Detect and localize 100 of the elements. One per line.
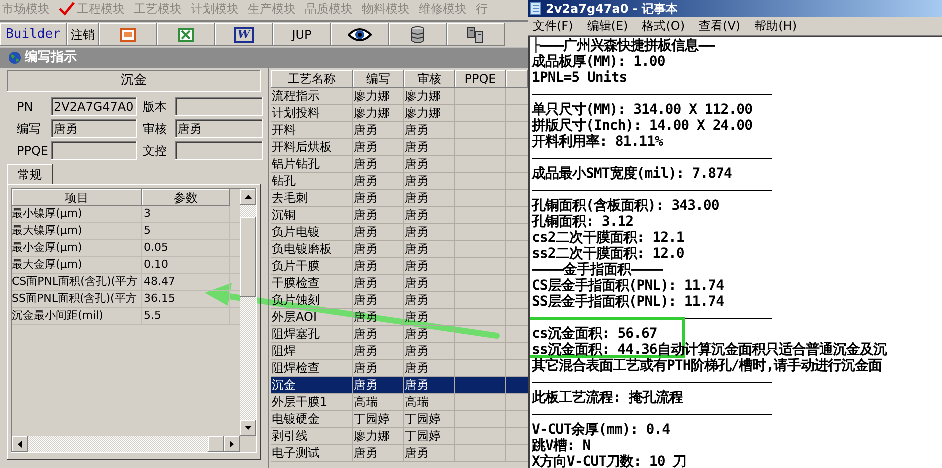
table-row[interactable]: 负电镀磨板 唐勇 唐勇 — [271, 241, 528, 258]
tab[interactable]: 常规 — [7, 164, 53, 184]
table-cell-text: 唐勇 — [354, 241, 378, 258]
window-title: 2v2a7g47a0 - 记事本 — [546, 0, 678, 18]
text-field[interactable] — [175, 97, 263, 116]
table-cell-text: 阻焊检查 — [272, 360, 320, 377]
table-cell: 5.5 — [142, 308, 230, 324]
horizontal-scrollbar[interactable] — [12, 436, 240, 452]
table-cell: 最大金厚(μm) — [12, 257, 142, 273]
table-row[interactable]: 外层AOI 唐勇 唐勇 — [271, 309, 528, 326]
table-cell: 最大镍厚(μm) — [12, 223, 142, 239]
menu-item[interactable]: 文件(F) — [533, 17, 574, 35]
toolbar-button[interactable]: Builder — [0, 23, 67, 46]
toolbar-button[interactable]: W — [215, 23, 273, 46]
table-row[interactable]: 外层干膜1 高瑞 高瑞 — [271, 394, 528, 411]
spreadsheet-icon — [178, 28, 194, 42]
table-cell-text: 唐勇 — [405, 292, 429, 309]
table-row[interactable]: 铝片钻孔 唐勇 唐勇 — [271, 156, 528, 173]
menu-item[interactable]: 编辑(E) — [587, 17, 628, 35]
table-cell-text: 唐勇 — [354, 360, 378, 377]
text-field[interactable] — [51, 141, 137, 160]
notepad-text-area[interactable] — [528, 36, 942, 468]
toolbar-button[interactable]: JUP — [273, 23, 331, 46]
table-row[interactable]: 阻焊塞孔 唐勇 唐勇 — [271, 326, 528, 343]
toolbar-button[interactable] — [389, 23, 447, 46]
column-header[interactable]: 项目 — [12, 189, 142, 206]
table-row[interactable]: 负片蚀刻 唐勇 唐勇 — [271, 292, 528, 309]
text-line: V-CUT余厚(mm): 0.4 — [532, 422, 670, 438]
table-row[interactable]: 开料后烘板 唐勇 唐勇 — [271, 139, 528, 156]
table-cell: 0.10 — [142, 257, 230, 273]
scroll-thumb[interactable] — [208, 436, 224, 452]
table-cell-text: 唐勇 — [354, 122, 378, 139]
text-line: 成品最小SMT宽度(mil): 7.874 — [532, 166, 732, 182]
table-cell-text: 唐勇 — [405, 326, 429, 343]
table-cell-text: 丁园婷 — [354, 411, 390, 428]
table-row[interactable]: 电子测试 唐勇 唐勇 — [271, 445, 528, 462]
text-line: ├———广州兴森快捷拼板信息—— — [532, 38, 715, 54]
table-row[interactable]: 流程指示 廖力娜 廖力娜 — [271, 88, 528, 105]
scroll-thumb[interactable] — [240, 217, 256, 297]
field-label: 文控 — [142, 142, 168, 160]
table-cell: 0.05 — [142, 240, 230, 256]
table-cell-text: 负片蚀刻 — [272, 292, 320, 309]
table-row[interactable]: 计划投料 廖力娜 廖力娜 — [271, 105, 528, 122]
table-cell-text: 高瑞 — [405, 394, 429, 411]
table-cell-text: 唐勇 — [405, 275, 429, 292]
text-field[interactable]: 唐勇 — [175, 119, 263, 138]
toolbar-button[interactable] — [447, 23, 505, 46]
table-cell-text: 唐勇 — [405, 139, 429, 156]
table-row[interactable]: 电镀硬金 丁园婷 丁园婷 — [271, 411, 528, 428]
database-icon — [410, 26, 426, 44]
table-cell-text: 阻焊 — [272, 343, 296, 360]
scroll-up-icon — [244, 195, 252, 199]
menu-item[interactable]: 查看(V) — [699, 17, 741, 35]
table-row[interactable]: 负片电镀 唐勇 唐勇 — [271, 224, 528, 241]
vertical-scrollbar[interactable] — [240, 189, 256, 436]
field-label: 审核 — [142, 120, 168, 138]
table-cell-text: 唐勇 — [405, 445, 429, 462]
table-cell-text: 唐勇 — [354, 377, 378, 394]
toolbar-button[interactable] — [331, 23, 389, 46]
column-header[interactable]: 参数 — [142, 189, 230, 206]
table-row[interactable]: 去毛刺 唐勇 唐勇 — [271, 190, 528, 207]
globe-icon — [8, 51, 22, 65]
table-cell-text: 唐勇 — [354, 309, 378, 326]
table-row[interactable]: 沉金 唐勇 唐勇 — [271, 377, 528, 394]
text-line: 跳V槽: N — [532, 438, 591, 454]
table-cell-text: 唐勇 — [405, 377, 429, 394]
table-row[interactable]: 干膜检查 唐勇 唐勇 — [271, 275, 528, 292]
column-header[interactable]: PPQE — [455, 70, 506, 88]
toolbar-button[interactable]: 注销 — [67, 23, 99, 46]
table-row[interactable]: 阻焊 唐勇 唐勇 — [271, 343, 528, 360]
table-row[interactable]: 剥引线 廖力娜 丁园婷 — [271, 428, 528, 445]
table-row[interactable]: 钻孔 唐勇 唐勇 — [271, 173, 528, 190]
menu-item[interactable]: 格式(O) — [642, 17, 686, 35]
table-cell-text: 丁园婷 — [405, 428, 441, 445]
field-label: PN — [17, 98, 34, 116]
menu-item[interactable]: 帮助(H) — [754, 17, 797, 35]
table-cell-text: 外层AOI — [272, 309, 317, 326]
text-field[interactable] — [175, 141, 263, 160]
table-cell-text: 高瑞 — [354, 394, 378, 411]
table-row[interactable]: 沉铜 唐勇 唐勇 — [271, 207, 528, 224]
column-header[interactable] — [506, 70, 528, 88]
text-field[interactable]: 2V2A7G47A0 — [51, 97, 137, 116]
text-line: 开料利用率: 81.11% — [532, 134, 663, 150]
table-row[interactable]: 开料 唐勇 唐勇 — [271, 122, 528, 139]
field-label: 版本 — [142, 98, 168, 116]
table-cell: 最小金厚(μm) — [12, 240, 142, 256]
table-cell-text: 唐勇 — [405, 360, 429, 377]
table-row[interactable]: 负片干膜 唐勇 唐勇 — [271, 258, 528, 275]
column-header[interactable]: 工艺名称 — [271, 70, 353, 88]
table-cell-text: 唐勇 — [354, 207, 378, 224]
text-line: 1PNL=5 Units — [532, 70, 628, 86]
table-cell-text: 计划投料 — [272, 105, 320, 122]
column-header[interactable]: 编写 — [353, 70, 404, 88]
column-header[interactable]: 审核 — [404, 70, 455, 88]
table-cell-text: 唐勇 — [354, 156, 378, 173]
table-cell-text: 唐勇 — [354, 139, 378, 156]
text-field[interactable]: 唐勇 — [51, 119, 137, 138]
field-label: PPQE — [17, 142, 49, 160]
text-line: cs2二次干膜面积: 12.1 — [532, 230, 684, 246]
text-line: ————金手指面积———— — [532, 262, 663, 278]
